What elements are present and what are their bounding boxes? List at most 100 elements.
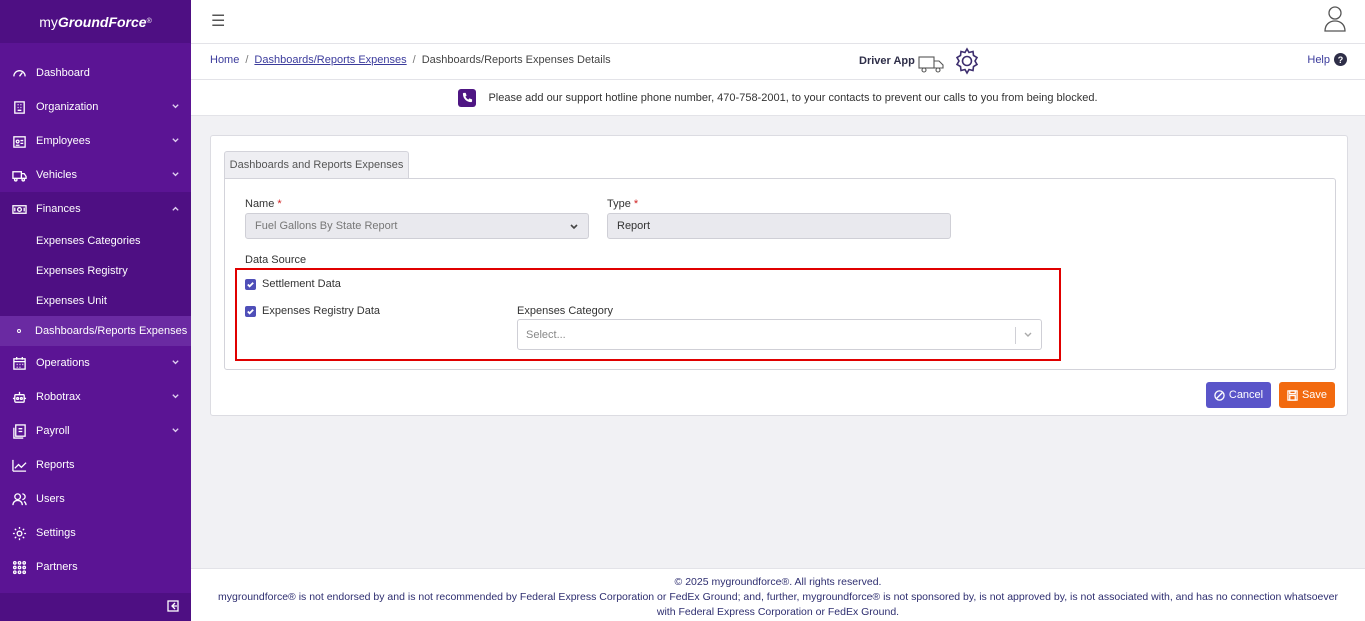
- sidebar-subitem-label: Dashboards/Reports Expenses: [35, 325, 188, 337]
- phone-icon: [458, 88, 477, 107]
- brand-logo[interactable]: my GroundForce ®: [0, 0, 191, 43]
- hamburger-menu-icon[interactable]: ☰: [211, 11, 225, 31]
- type-label-text: Type: [607, 198, 631, 210]
- sidebar-subitem-expenses-unit[interactable]: Expenses Unit: [0, 286, 191, 316]
- brand-prefix: my: [39, 13, 58, 30]
- help-label: Help: [1307, 53, 1330, 66]
- name-select[interactable]: Fuel Gallons By State Report: [245, 213, 589, 239]
- help-link[interactable]: Help ?: [1307, 53, 1347, 66]
- sidebar-item-label: Robotrax: [36, 391, 81, 403]
- tab-dashboards-reports-expenses[interactable]: Dashboards and Reports Expenses: [224, 151, 409, 178]
- footer: © 2025 mygroundforce®. All rights reserv…: [191, 568, 1365, 621]
- cancel-circle-icon: [1214, 389, 1225, 401]
- collapse-arrow-icon: [167, 599, 179, 615]
- chevron-down-icon: [171, 136, 181, 146]
- sidebar: my GroundForce ® Dashboard Organization Em…: [0, 0, 191, 621]
- expenses-category-select[interactable]: Select...: [517, 319, 1042, 350]
- name-label-text: Name: [245, 198, 275, 210]
- robot-icon: [11, 389, 27, 405]
- required-mark: *: [633, 198, 639, 210]
- dashboard-gauge-icon: [11, 65, 27, 81]
- data-source-label: Data Source: [245, 254, 307, 266]
- select-divider: [1015, 327, 1016, 344]
- breadcrumb: Home / Dashboards/Reports Expenses / Das…: [210, 54, 611, 66]
- footer-disclaimer-end: with Federal Express Corporation or FedE…: [656, 606, 900, 618]
- help-icon: ?: [1334, 53, 1347, 66]
- expenses-registry-label: Expenses Registry Data: [262, 305, 380, 317]
- required-mark: *: [277, 198, 282, 210]
- sidebar-item-finances[interactable]: Finances: [0, 192, 191, 226]
- gear-icon[interactable]: [953, 47, 981, 75]
- chevron-down-icon: [171, 102, 181, 112]
- footer-copyright: © 2025 mygroundforce®. All rights reserv…: [674, 576, 882, 588]
- sidebar-item-label: Employees: [36, 135, 91, 147]
- breadcrumb-separator: /: [245, 54, 249, 66]
- sidebar-item-label: Users: [36, 493, 65, 505]
- sidebar-collapse-button[interactable]: [0, 593, 191, 621]
- brand-mark: ®: [146, 18, 152, 25]
- cancel-button-label: Cancel: [1228, 389, 1264, 401]
- save-button[interactable]: Save: [1279, 382, 1335, 408]
- sidebar-subitem-expenses-registry[interactable]: Expenses Registry: [0, 256, 191, 286]
- cancel-button[interactable]: Cancel: [1206, 382, 1271, 408]
- support-notice-text: Please add our support hotline phone num…: [488, 91, 1098, 104]
- name-select-value: Fuel Gallons By State Report: [255, 220, 398, 232]
- expenses-registry-checkbox[interactable]: [245, 305, 256, 317]
- sidebar-item-settings[interactable]: Settings: [0, 516, 191, 550]
- sidebar-item-robotrax[interactable]: Robotrax: [0, 380, 191, 414]
- driver-app-label: Driver App: [859, 55, 915, 67]
- sidebar-item-vehicles[interactable]: Vehicles: [0, 158, 191, 192]
- top-bar: ☰: [191, 0, 1365, 44]
- type-field-value: Report: [617, 220, 651, 232]
- chevron-down-icon: [1023, 330, 1033, 340]
- sidebar-nav: Dashboard Organization Employees Vehicle…: [0, 56, 191, 584]
- finances-submenu: Expenses Categories Expenses Registry Ex…: [0, 226, 191, 346]
- sidebar-subitem-dashboards-reports-expenses[interactable]: Dashboards/Reports Expenses: [0, 316, 191, 346]
- sidebar-item-label: Organization: [36, 101, 99, 113]
- chevron-down-icon: [171, 358, 181, 368]
- sidebar-item-label: Vehicles: [36, 169, 77, 181]
- sidebar-item-label: Payroll: [36, 425, 70, 437]
- footer-disclaimer: mygroundforce® is not endorsed by and is…: [218, 591, 1338, 603]
- grid-icon: [11, 559, 27, 575]
- support-notice: Please add our support hotline phone num…: [191, 80, 1365, 116]
- sidebar-item-operations[interactable]: Operations: [0, 346, 191, 380]
- brand-name: GroundForce: [57, 13, 147, 30]
- settlement-data-checkbox-row[interactable]: Settlement Data: [245, 278, 341, 290]
- sidebar-item-organization[interactable]: Organization: [0, 90, 191, 124]
- sidebar-item-label: Finances: [36, 203, 81, 215]
- save-disk-icon: [1287, 389, 1298, 401]
- chevron-down-icon: [171, 170, 181, 180]
- name-field-label: Name *: [245, 198, 282, 210]
- building-icon: [11, 99, 27, 115]
- gear-icon: [11, 525, 27, 541]
- money-icon: [11, 201, 27, 217]
- breadcrumb-parent[interactable]: Dashboards/Reports Expenses: [254, 54, 406, 66]
- save-button-label: Save: [1301, 389, 1328, 401]
- breadcrumb-home[interactable]: Home: [210, 54, 239, 66]
- sidebar-item-employees[interactable]: Employees: [0, 124, 191, 158]
- settlement-data-label: Settlement Data: [262, 278, 341, 290]
- sidebar-item-label: Reports: [36, 459, 75, 471]
- settlement-data-checkbox[interactable]: [245, 278, 256, 290]
- expenses-category-label: Expenses Category: [517, 305, 613, 317]
- sidebar-item-payroll[interactable]: Payroll: [0, 414, 191, 448]
- sidebar-subitem-expenses-categories[interactable]: Expenses Categories: [0, 226, 191, 256]
- sidebar-item-label: Dashboard: [36, 67, 90, 79]
- driver-app-link[interactable]: Driver App: [859, 45, 981, 77]
- chevron-down-icon: [171, 426, 181, 436]
- sidebar-item-reports[interactable]: Reports: [0, 448, 191, 482]
- chart-line-icon: [11, 457, 27, 473]
- type-field: Report: [607, 213, 951, 239]
- user-avatar-icon[interactable]: [1323, 4, 1347, 32]
- truck-icon: [918, 56, 944, 73]
- sidebar-item-partners[interactable]: Partners: [0, 550, 191, 584]
- users-icon: [11, 491, 27, 507]
- sidebar-item-dashboard[interactable]: Dashboard: [0, 56, 191, 90]
- sidebar-item-users[interactable]: Users: [0, 482, 191, 516]
- sidebar-item-label: Operations: [36, 357, 90, 369]
- active-dot-icon: [17, 329, 21, 333]
- sidebar-item-label: Partners: [36, 561, 78, 573]
- expenses-registry-checkbox-row[interactable]: Expenses Registry Data: [245, 305, 380, 317]
- chevron-up-icon: [171, 204, 181, 214]
